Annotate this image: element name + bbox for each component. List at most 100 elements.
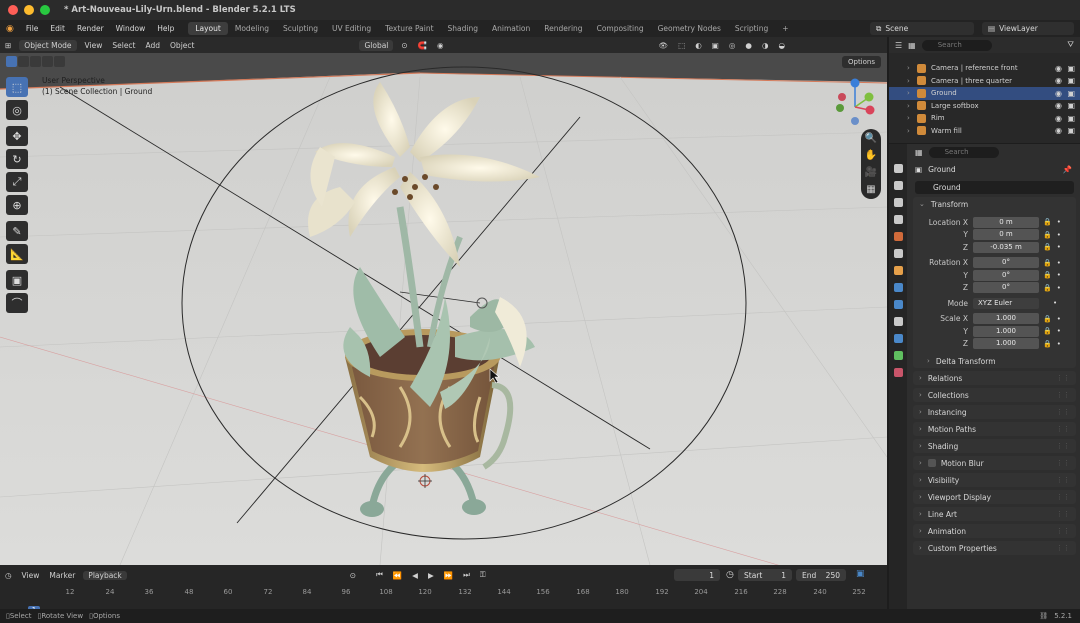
snap-icon[interactable]: 🧲 xyxy=(413,41,432,50)
properties-tab-render-icon[interactable] xyxy=(893,181,903,190)
zoom-icon[interactable]: 🔍 xyxy=(865,133,877,144)
keyframe-dot-icon[interactable]: • xyxy=(1057,231,1061,239)
minimize-window-button[interactable] xyxy=(24,5,34,15)
keyframe-dot-icon[interactable]: • xyxy=(1057,218,1061,226)
scale-z-field[interactable]: 1.000 xyxy=(973,338,1039,350)
tab-animation[interactable]: Animation xyxy=(485,22,537,35)
menu-help[interactable]: Help xyxy=(151,24,180,33)
vp-menu-add[interactable]: Add xyxy=(141,41,166,50)
drag-handle-icon[interactable]: ⋮⋮ xyxy=(1056,425,1070,433)
keying-set-icon[interactable]: ⚿ xyxy=(475,570,491,580)
render-camera-icon[interactable]: ▣ xyxy=(1067,101,1075,110)
mode-dropdown[interactable]: Object Mode xyxy=(19,39,77,51)
shading-solid-icon[interactable]: ● xyxy=(740,41,757,50)
move-tool-icon[interactable]: ✥ xyxy=(6,126,28,146)
play-icon[interactable]: ▶ xyxy=(423,571,439,580)
viewport-scene[interactable] xyxy=(0,37,887,565)
measure-tool-icon[interactable]: 📐 xyxy=(6,244,28,264)
drag-handle-icon[interactable]: ⋮⋮ xyxy=(1056,391,1070,399)
visibility-eye-icon[interactable]: ◉ xyxy=(1055,101,1062,110)
panel-relations[interactable]: › Relations ⋮⋮ xyxy=(913,371,1076,385)
timeline-editor-icon[interactable]: ◷ xyxy=(0,571,17,580)
jump-keyframe-forward-icon[interactable]: ⏩ xyxy=(439,571,458,580)
vp-menu-object[interactable]: Object xyxy=(165,41,199,50)
add-cube-tool-icon[interactable]: ▣ xyxy=(6,270,28,290)
properties-tab-object-icon[interactable] xyxy=(893,266,903,275)
render-camera-icon[interactable]: ▣ xyxy=(1067,64,1075,73)
render-camera-icon[interactable]: ▣ xyxy=(1067,76,1075,85)
rotate-tool-icon[interactable]: ↻ xyxy=(6,149,28,169)
expand-arrow-icon[interactable]: › xyxy=(907,114,910,122)
tab-compositing[interactable]: Compositing xyxy=(590,22,651,35)
properties-tab-output-icon[interactable] xyxy=(893,198,903,207)
location-x-field[interactable]: 0 m xyxy=(973,216,1039,228)
vp-menu-view[interactable]: View xyxy=(80,41,108,50)
outliner-editor-icon[interactable]: ☰ xyxy=(895,41,902,50)
filter-icon[interactable]: ⛛ xyxy=(1067,40,1074,50)
properties-editor-icon[interactable]: ▦ xyxy=(915,148,923,157)
panel-shading[interactable]: › Shading ⋮⋮ xyxy=(913,439,1076,453)
keyframe-dot-icon[interactable]: • xyxy=(1053,299,1057,307)
properties-tab-data-icon[interactable] xyxy=(893,351,903,360)
drag-handle-icon[interactable]: ⋮⋮ xyxy=(1056,374,1070,382)
expand-arrow-icon[interactable]: › xyxy=(907,89,910,97)
panel-custom-properties[interactable]: › Custom Properties ⋮⋮ xyxy=(913,541,1076,555)
jump-start-icon[interactable]: ⏮ xyxy=(371,570,388,580)
drag-handle-icon[interactable]: ⋮⋮ xyxy=(1056,442,1070,450)
object-name-field[interactable]: Ground xyxy=(915,181,1074,194)
tab-uv-editing[interactable]: UV Editing xyxy=(325,22,378,35)
select-new-icon[interactable] xyxy=(6,56,17,67)
options-button[interactable]: Options xyxy=(841,56,881,68)
transform-panel-header[interactable]: ⌄ Transform xyxy=(913,197,1076,211)
scale-tool-icon[interactable]: ⤢ xyxy=(6,172,28,192)
pivot-icon[interactable]: ⊙ xyxy=(396,41,412,50)
tab-shading[interactable]: Shading xyxy=(441,22,485,35)
panel-motion-paths[interactable]: › Motion Paths ⋮⋮ xyxy=(913,422,1076,436)
editor-type-icon[interactable]: ⊞ xyxy=(0,41,16,50)
annotate-tool-icon[interactable]: ✎ xyxy=(6,221,28,241)
menu-render[interactable]: Render xyxy=(71,24,110,33)
current-frame-field[interactable]: 1 xyxy=(674,569,720,581)
blender-logo-icon[interactable]: ◉ xyxy=(0,24,20,34)
panel-collections[interactable]: › Collections ⋮⋮ xyxy=(913,388,1076,402)
rotation-mode-dropdown[interactable]: XYZ Euler xyxy=(973,297,1039,309)
xray-icon[interactable]: ▣ xyxy=(707,41,724,50)
visibility-eye-icon[interactable]: ◉ xyxy=(1055,126,1062,135)
select-subtract-icon[interactable] xyxy=(30,56,41,67)
shading-rendered-icon[interactable]: ◒ xyxy=(774,41,791,50)
lock-icon[interactable]: 🔒 xyxy=(1043,259,1052,267)
lock-icon[interactable]: 🔒 xyxy=(1043,218,1052,226)
properties-search-input[interactable]: Search xyxy=(928,146,999,158)
vp-menu-select[interactable]: Select xyxy=(107,41,140,50)
select-invert-icon[interactable] xyxy=(42,56,53,67)
drag-handle-icon[interactable]: ⋮⋮ xyxy=(1056,476,1070,484)
select-intersect-icon[interactable] xyxy=(54,56,65,67)
motion-blur-checkbox[interactable] xyxy=(927,459,936,467)
keyframe-dot-icon[interactable]: • xyxy=(1057,327,1061,335)
overlay-toggle-icon[interactable]: ◐ xyxy=(690,41,707,50)
scale-y-field[interactable]: 1.000 xyxy=(973,325,1039,337)
tl-menu-marker[interactable]: Marker xyxy=(44,571,80,580)
camera-view-icon[interactable]: 🎥 xyxy=(865,167,877,178)
lock-icon[interactable]: 🔒 xyxy=(1043,271,1052,279)
tab-rendering[interactable]: Rendering xyxy=(537,22,589,35)
properties-tab-constraints-icon[interactable] xyxy=(893,334,903,343)
drag-handle-icon[interactable]: ⋮⋮ xyxy=(1056,408,1070,416)
drag-handle-icon[interactable]: ⋮⋮ xyxy=(1056,544,1070,552)
properties-tab-world-icon[interactable] xyxy=(893,249,903,258)
zoom-window-button[interactable] xyxy=(40,5,50,15)
delta-transform-subpanel[interactable]: › Delta Transform xyxy=(913,354,1076,368)
keyframe-dot-icon[interactable]: • xyxy=(1057,259,1061,267)
tab-scripting[interactable]: Scripting xyxy=(728,22,775,35)
drag-handle-icon[interactable]: ⋮⋮ xyxy=(1056,459,1070,467)
shading-wireframe-icon[interactable]: ◎ xyxy=(724,41,741,50)
expand-arrow-icon[interactable]: › xyxy=(907,127,910,135)
cursor-tool-icon[interactable]: ◎ xyxy=(6,100,28,120)
rotation-y-field[interactable]: 0° xyxy=(973,269,1039,281)
scale-x-field[interactable]: 1.000 xyxy=(973,313,1039,325)
lock-icon[interactable]: 🔒 xyxy=(1043,243,1052,251)
location-y-field[interactable]: 0 m xyxy=(973,229,1039,241)
keyframe-dot-icon[interactable]: • xyxy=(1057,340,1061,348)
frame-ruler[interactable]: 1 12 24 36 48 60 72 84 96 108 120 132 14… xyxy=(0,585,887,617)
proportional-edit-icon[interactable]: ◉ xyxy=(432,41,449,50)
